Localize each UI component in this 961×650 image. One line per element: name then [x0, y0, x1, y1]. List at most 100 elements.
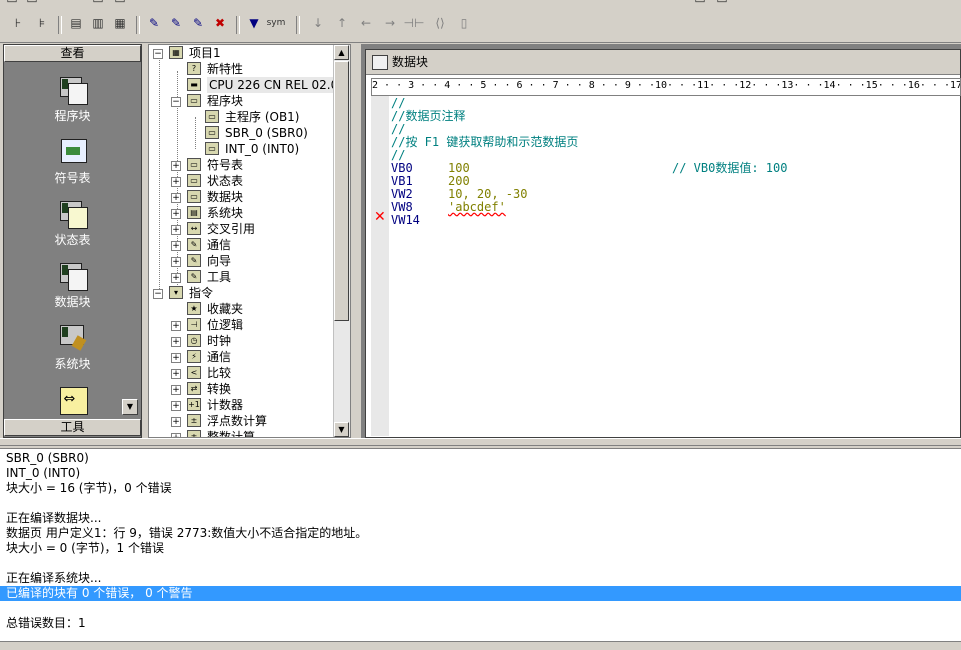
favorites-icon: ★ [187, 302, 201, 315]
new-features-icon: ? [187, 62, 201, 75]
tree-item-label: 符号表 [207, 158, 244, 172]
expand-icon[interactable]: + [171, 353, 181, 363]
collapse-icon[interactable]: − [171, 97, 181, 107]
tree-scroll-thumb[interactable] [334, 61, 349, 321]
insert-left-line-icon[interactable]: ← [356, 14, 376, 32]
insert-up-line-icon[interactable]: ↑ [332, 14, 352, 32]
insert-right-line-icon[interactable]: → [380, 14, 400, 32]
paste-icon[interactable]: ▭ [88, 0, 108, 8]
expand-icon[interactable]: + [171, 273, 181, 283]
view-item-data-block[interactable]: 数据块 [4, 261, 141, 317]
insert-down-line-icon[interactable]: ↓ [308, 14, 328, 32]
expand-icon[interactable]: + [171, 177, 181, 187]
data-block-window: 数据块 2 · · 3 · · 4 · · 5 · · 6 · · 7 · · … [365, 49, 961, 438]
expand-icon[interactable]: + [171, 385, 181, 395]
compile-all-icon[interactable]: ▭ [712, 0, 732, 8]
copy-icon[interactable]: ▭ [22, 0, 42, 8]
output-line: 数据页 用户定义1：行 9，错误 2773:数值大小不适合指定的地址。 [6, 526, 368, 540]
code-area[interactable]: ////数据页注释////按 F1 键获取帮助和示范数据页//VB0 100// … [391, 97, 956, 417]
collapse-icon[interactable]: − [153, 49, 163, 59]
project-tree: − ▦ 项目1 ? 新特性 ▬ CPU 226 CN REL 02.01− ▭ 程序块 ▭ 主… [148, 44, 351, 438]
cross-reference-icon: ↔ [187, 222, 201, 235]
expand-icon[interactable]: + [171, 321, 181, 331]
unforce-icon[interactable]: ✎ [166, 14, 186, 32]
output-line: SBR_0 (SBR0) [6, 451, 89, 465]
expand-icon[interactable]: + [171, 257, 181, 267]
counter-icon: +1 [187, 398, 201, 411]
expand-icon[interactable]: + [171, 401, 181, 411]
view-bar-scroll-down-button[interactable]: ▼ [122, 399, 138, 415]
single-step-icon[interactable]: ⊦ [8, 14, 28, 32]
float-math-icon: ± [187, 414, 201, 427]
undo-icon[interactable]: ▭ [110, 0, 130, 8]
expand-icon[interactable]: + [171, 225, 181, 235]
compile-icon[interactable]: ▭ [690, 0, 710, 8]
convert-icon: ⇄ [187, 382, 201, 395]
insert-contact-icon[interactable]: ⊣⊢ [404, 14, 425, 32]
view-item-status-table[interactable]: 状态表 [4, 199, 141, 255]
data-block-icon [58, 261, 88, 291]
tree-item-label: INT_0 (INT0) [225, 142, 300, 156]
tools-icon: ✎ [187, 270, 201, 283]
view-item-program-block[interactable]: 程序块 [4, 75, 141, 131]
breakpoint-icon[interactable]: ⊧ [32, 14, 52, 32]
output-line: 已编译的块有 0 个错误， 0 个警告 [6, 586, 193, 600]
read-all-forced-icon[interactable]: ✖ [210, 14, 230, 32]
output-line: 块大小 = 16 (字节)，0 个错误 [6, 481, 172, 495]
pane-splitter[interactable] [0, 438, 961, 446]
communication-icon: ⚡ [187, 350, 201, 363]
force-icon[interactable]: ✎ [144, 14, 164, 32]
expand-icon[interactable]: + [171, 161, 181, 171]
expand-icon[interactable]: + [171, 193, 181, 203]
tree-item-label: 通信 [207, 350, 232, 364]
unforce-all-icon[interactable]: ✎ [188, 14, 208, 32]
trend-view-icon[interactable]: ▼ [244, 14, 264, 32]
tree-item-label: 新特性 [207, 62, 244, 76]
bit-logic-icon: ⊣ [187, 318, 201, 331]
system-block-icon: ▤ [187, 206, 201, 219]
symbol-table-icon [58, 137, 88, 165]
subroutine-icon: ▭ [205, 126, 219, 139]
clock-icon: ◷ [187, 334, 201, 347]
program-status-icon[interactable]: ▤ [66, 14, 86, 32]
tree-item-label: 指令 [189, 286, 214, 300]
output-line: 正在编译系统块... [6, 571, 102, 585]
view-item-label: 程序块 [54, 109, 91, 123]
expand-icon[interactable]: + [171, 209, 181, 219]
output-line: 块大小 = 0 (字节)，1 个错误 [6, 541, 164, 555]
output-window: SBR_0 (SBR0) INT_0 (INT0) 块大小 = 16 (字节)，0 … [0, 448, 961, 642]
symbol-addressing-icon[interactable]: sym [266, 14, 286, 32]
tree-item-label: 时钟 [207, 334, 232, 348]
tree-item-label: 状态表 [207, 174, 244, 188]
tree-scroll-down-icon[interactable]: ▼ [334, 422, 349, 437]
expand-icon[interactable]: + [171, 241, 181, 251]
expand-icon[interactable]: + [171, 417, 181, 427]
insert-coil-icon[interactable]: ⟨⟩ [430, 14, 450, 32]
view-bar-title: 查看 [4, 45, 141, 62]
cut-icon[interactable]: ▭ [2, 0, 22, 8]
toolbar-separator [136, 16, 140, 34]
toolbar-separator [236, 16, 240, 34]
expand-icon[interactable]: + [171, 369, 181, 379]
chart-status-icon[interactable]: ▥ [88, 14, 108, 32]
editor-gutter: ✕ [371, 96, 389, 436]
output-line: INT_0 (INT0) [6, 466, 81, 480]
program-block-icon [58, 75, 88, 105]
tree-scrollbar[interactable]: ▲ ▼ [333, 45, 350, 437]
tree-item-label: 比较 [207, 366, 232, 380]
collapse-icon[interactable]: − [153, 289, 163, 299]
view-item-system-block[interactable]: 系统块 [4, 323, 141, 379]
tree-scroll-up-icon[interactable]: ▲ [334, 45, 349, 60]
status-table-icon[interactable]: ▦ [110, 14, 130, 32]
view-item-symbol-table[interactable]: 符号表 [4, 137, 141, 193]
output-line: 总错误数目：1 [6, 616, 86, 630]
error-mark-icon: ✕ [374, 209, 386, 225]
tree-item-label: 计数器 [207, 398, 244, 412]
expand-icon[interactable]: + [171, 337, 181, 347]
view-bar: 查看 程序块 符号表 状态表 数据块 系统块 ⇔ 工具 ▼ [3, 44, 142, 438]
insert-box-icon[interactable]: ▯ [454, 14, 474, 32]
system-block-icon [58, 323, 88, 351]
tree-item-label: 系统块 [207, 206, 244, 220]
tree-item-label: CPU 226 CN REL 02.01 [207, 77, 348, 93]
data-block-icon: ▭ [187, 190, 201, 203]
